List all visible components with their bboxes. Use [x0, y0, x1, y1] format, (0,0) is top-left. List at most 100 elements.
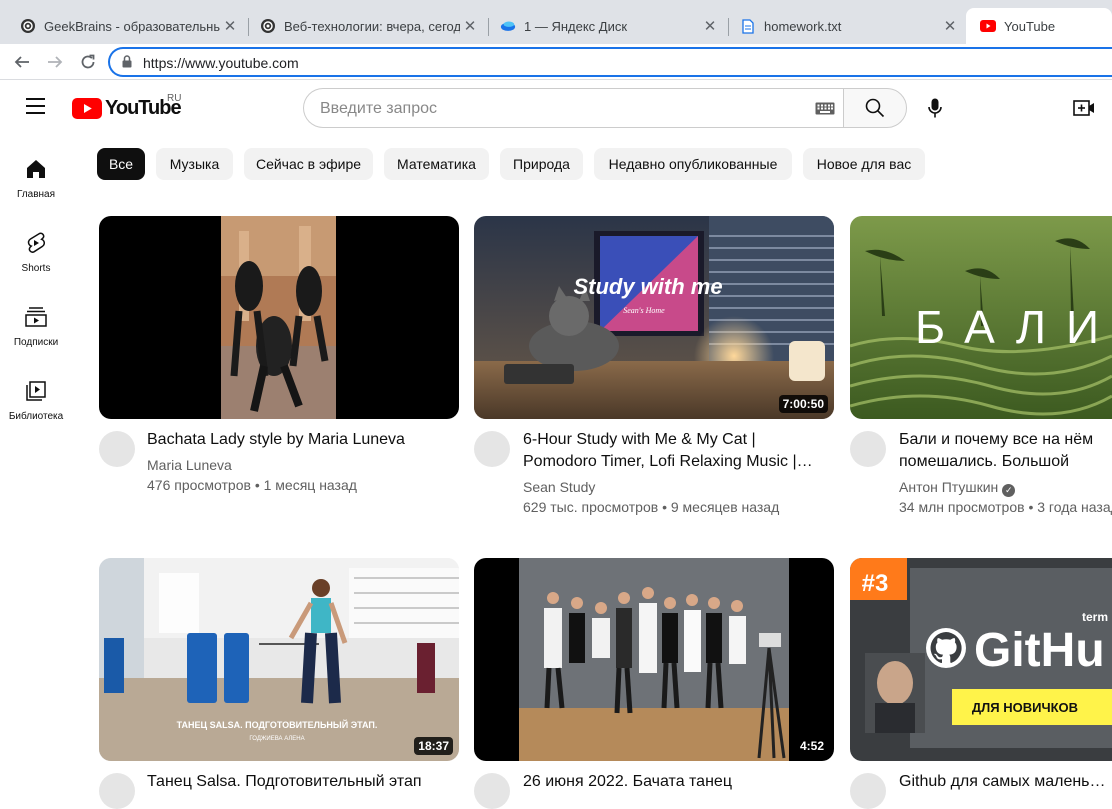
video-thumbnail[interactable]: Study with me Sean's Home 7:00:50 [474, 216, 834, 419]
tab-title: GeekBrains - образовательный п [44, 18, 220, 34]
channel-avatar[interactable] [474, 431, 510, 467]
geekbrains-icon [20, 18, 36, 34]
video-duration: 7:00:50 [778, 395, 828, 413]
chip-new-for-you[interactable]: Новое для вас [803, 148, 925, 180]
address-bar[interactable]: https://www.youtube.com [108, 47, 1112, 77]
video-title[interactable]: Bachata Lady style by Maria Luneva [147, 429, 447, 451]
video-thumbnail[interactable]: ТАНЕЦ SALSA. ПОДГОТОВИТЕЛЬНЫЙ ЭТАП. ГОДЖ… [99, 558, 459, 761]
youtube-play-icon [72, 97, 102, 119]
thumbnail-overlay-subtext: Sean's Home [623, 306, 665, 315]
yandex-disk-icon [500, 18, 516, 34]
tab-title: Веб-технологии: вчера, сегодня [284, 18, 460, 34]
upload-age: 1 месяц назад [263, 477, 357, 493]
shorts-icon [24, 231, 48, 255]
address-url: https://www.youtube.com [143, 55, 299, 71]
thumbnail-overlay-text: GitHu [974, 624, 1105, 677]
region-code: RU [167, 93, 182, 104]
youtube-logo[interactable]: YouTube RU [72, 93, 182, 121]
browser-tab-bar: GeekBrains - образовательный п ✕ Веб-тех… [0, 0, 1112, 44]
close-icon[interactable]: ✕ [220, 16, 240, 36]
browser-tab[interactable]: homework.txt ✕ [726, 8, 966, 44]
chip-nature[interactable]: Природа [500, 148, 583, 180]
thumbnail-overlay-subtext: ГОДЖИЕВА АЛЕНА [249, 736, 304, 742]
thumbnail-overlay-text: Study with me [573, 274, 722, 299]
view-count: 629 тыс. просмотров [523, 499, 659, 515]
microphone-icon [928, 98, 942, 118]
document-icon [740, 18, 756, 34]
channel-name[interactable]: Sean Study [523, 479, 595, 495]
subscriptions-icon [24, 305, 48, 329]
reload-icon[interactable] [76, 50, 100, 74]
view-count: 476 просмотров [147, 477, 251, 493]
upload-age: 3 года назад [1037, 499, 1112, 515]
thumbnail-overlay-button: ДЛЯ НОВИЧКОВ [972, 700, 1078, 715]
channel-avatar[interactable] [850, 773, 886, 809]
thumbnail-overlay-small: term [1082, 610, 1108, 624]
browser-tab[interactable]: GeekBrains - образовательный п ✕ [6, 8, 246, 44]
geekbrains-icon [260, 18, 276, 34]
channel-avatar[interactable] [474, 773, 510, 809]
create-video-button[interactable] [1070, 95, 1098, 121]
video-thumbnail[interactable]: #3 GitHu term ДЛЯ НОВИЧКОВ [850, 558, 1112, 761]
chip-live[interactable]: Сейчас в эфире [244, 148, 373, 180]
browser-tab[interactable]: 1 — Яндекс Диск ✕ [486, 8, 726, 44]
forward-icon[interactable] [43, 50, 67, 74]
tab-title: homework.txt [764, 18, 842, 34]
keyboard-icon[interactable] [815, 102, 835, 115]
youtube-page: YouTube RU Введите запрос Главная Shorts… [0, 81, 1112, 809]
chip-math[interactable]: Математика [384, 148, 489, 180]
video-thumbnail[interactable] [99, 216, 459, 419]
video-add-icon [1073, 100, 1094, 116]
sidebar-item-library[interactable]: Библиотека [0, 375, 72, 437]
video-meta: 476 просмотров • 1 месяц назад [147, 477, 357, 493]
sidebar-item-label: Shorts [21, 263, 51, 274]
sidebar-item-shorts[interactable]: Shorts [0, 227, 72, 289]
video-title[interactable]: 26 июня 2022. Бачата танец [523, 771, 823, 793]
channel-avatar[interactable] [99, 431, 135, 467]
sidebar-item-label: Подписки [13, 337, 59, 348]
video-thumbnail[interactable]: БАЛИ [850, 216, 1112, 419]
voice-search-button[interactable] [920, 93, 950, 123]
verified-check-icon: ✓ [1002, 484, 1016, 497]
upload-age: 9 месяцев назад [670, 499, 780, 515]
video-title[interactable]: Github для самых маленьких [899, 771, 1112, 793]
video-duration: 4:52 [795, 737, 828, 755]
video-duration: 18:37 [414, 737, 453, 755]
video-meta: 629 тыс. просмотров • 9 месяцев назад [523, 499, 780, 515]
channel-name[interactable]: Антон Птушкин ✓ [899, 479, 1016, 497]
search-button[interactable] [843, 88, 907, 128]
sidebar-item-subscriptions[interactable]: Подписки [0, 301, 72, 363]
search-placeholder: Введите запрос [320, 100, 437, 117]
browser-nav-bar: https://www.youtube.com [0, 44, 1112, 80]
lock-icon [122, 55, 132, 73]
browser-tab[interactable]: Веб-технологии: вчера, сегодня ✕ [246, 8, 486, 44]
browser-tab-active[interactable]: YouTube [966, 8, 1112, 44]
close-icon[interactable]: ✕ [940, 16, 960, 36]
chip-all[interactable]: Все [97, 148, 145, 180]
close-icon[interactable]: ✕ [700, 16, 720, 36]
channel-avatar[interactable] [850, 431, 886, 467]
video-title[interactable]: Бали и почему все на нём помешались. Бол… [899, 429, 1112, 473]
close-icon[interactable]: ✕ [460, 16, 480, 36]
home-icon [24, 157, 48, 181]
chip-music[interactable]: Музыка [156, 148, 233, 180]
youtube-icon [980, 18, 996, 34]
library-icon [24, 379, 48, 403]
thumbnail-overlay-text: ТАНЕЦ SALSA. ПОДГОТОВИТЕЛЬНЫЙ ЭТАП. [177, 719, 378, 730]
hamburger-menu-icon[interactable] [26, 98, 48, 116]
video-meta: 34 млн просмотров • 3 года назад [899, 499, 1112, 515]
channel-name[interactable]: Maria Luneva [147, 457, 232, 473]
video-title[interactable]: Танец Salsa. Подготовительный этап [147, 771, 447, 793]
sidebar-item-label: Библиотека [8, 411, 64, 422]
view-count: 34 млн просмотров [899, 499, 1025, 515]
sidebar-item-home[interactable]: Главная [0, 153, 72, 215]
back-icon[interactable] [10, 50, 34, 74]
video-title[interactable]: 6-Hour Study with Me & My Cat | Pomodoro… [523, 429, 823, 473]
channel-avatar[interactable] [99, 773, 135, 809]
tab-title: 1 — Яндекс Диск [524, 18, 628, 34]
video-thumbnail[interactable]: 4:52 [474, 558, 834, 761]
search-input[interactable]: Введите запрос [303, 88, 844, 128]
sidebar-item-label: Главная [16, 189, 56, 200]
chip-recent[interactable]: Недавно опубликованные [594, 148, 792, 180]
search-icon [865, 98, 885, 118]
